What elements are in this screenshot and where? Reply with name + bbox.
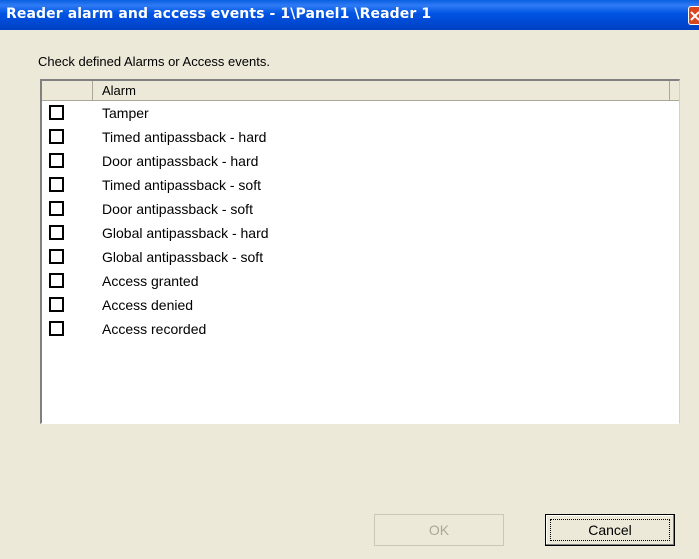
list-item-label: Door antipassback - soft (102, 201, 253, 217)
list-item[interactable]: Global antipassback - soft (42, 245, 670, 269)
checkbox[interactable] (49, 321, 64, 336)
list-item[interactable]: Access denied (42, 293, 670, 317)
ok-button-label: OK (428, 522, 450, 538)
cancel-button[interactable]: Cancel (545, 514, 675, 546)
checkbox[interactable] (49, 201, 64, 216)
list-item-label: Timed antipassback - hard (102, 129, 267, 145)
header-alarm-column[interactable]: Alarm (93, 81, 670, 101)
checkbox[interactable] (49, 153, 64, 168)
instruction-text: Check defined Alarms or Access events. (38, 54, 270, 69)
list-item[interactable]: Timed antipassback - soft (42, 173, 670, 197)
checkbox[interactable] (49, 105, 64, 120)
checkbox[interactable] (49, 273, 64, 288)
list-item[interactable]: Global antipassback - hard (42, 221, 670, 245)
window-title: Reader alarm and access events - 1\Panel… (6, 6, 432, 22)
alarm-list[interactable]: Alarm Tamper Timed antipassback - hard Doo… (40, 79, 680, 424)
list-item-label: Access denied (102, 297, 194, 313)
header-alarm-label: Alarm (102, 83, 136, 98)
list-item[interactable]: Access granted (42, 269, 670, 293)
close-icon[interactable] (688, 6, 699, 25)
title-bar[interactable]: Reader alarm and access events - 1\Panel… (0, 0, 699, 30)
list-item[interactable]: Access recorded (42, 317, 670, 341)
list-item-label: Global antipassback - hard (102, 225, 269, 241)
list-item[interactable]: Door antipassback - soft (42, 197, 670, 221)
list-item-label: Global antipassback - soft (102, 249, 264, 265)
ok-button[interactable]: OK (374, 514, 504, 546)
checkbox[interactable] (49, 249, 64, 264)
list-item-label: Door antipassback - hard (102, 153, 259, 169)
list-item-label: Access recorded (102, 321, 207, 337)
list-item-label: Access granted (102, 273, 199, 289)
list-item-label: Tamper (102, 105, 149, 121)
checkbox[interactable] (49, 297, 64, 312)
checkbox[interactable] (49, 129, 64, 144)
cancel-button-label: Cancel (588, 522, 632, 538)
list-item[interactable]: Door antipassback - hard (42, 149, 670, 173)
list-item[interactable]: Tamper (42, 101, 670, 125)
list-item-label: Timed antipassback - soft (102, 177, 261, 193)
checkbox[interactable] (49, 225, 64, 240)
header-checkbox-column[interactable] (42, 81, 93, 101)
checkbox[interactable] (49, 177, 64, 192)
list-item[interactable]: Timed antipassback - hard (42, 125, 670, 149)
header-filler (670, 81, 679, 101)
